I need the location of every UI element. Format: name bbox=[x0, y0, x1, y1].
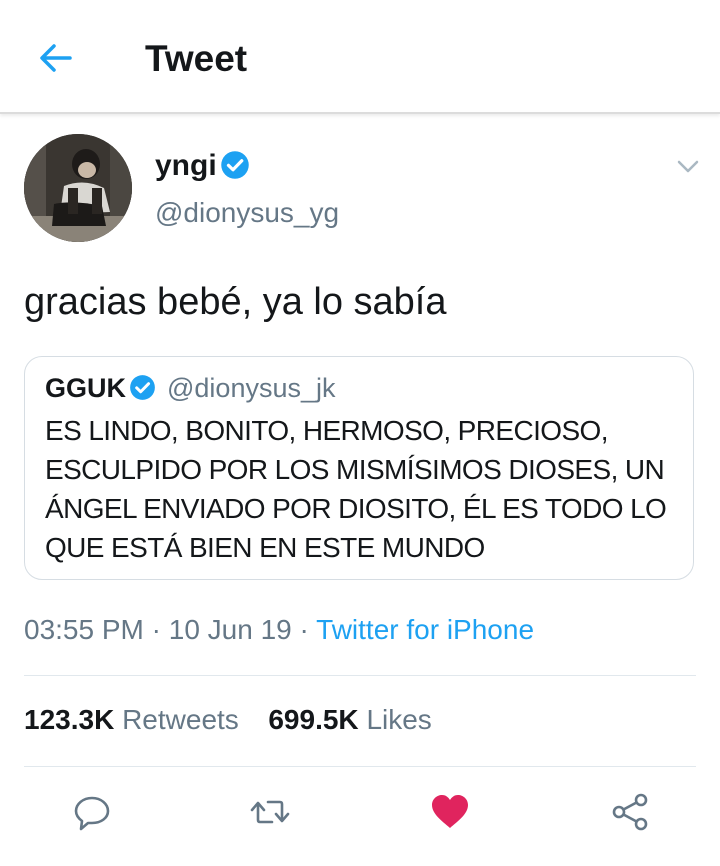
chevron-down-icon[interactable] bbox=[674, 152, 702, 180]
quoted-handle: @dionysus_jk bbox=[167, 373, 336, 403]
tweet-text: gracias bebé, ya lo sabía bbox=[24, 281, 447, 323]
back-arrow-icon[interactable] bbox=[36, 38, 76, 78]
quoted-text: ES LINDO, BONITO, HERMOSO, PRECIOSO, ESC… bbox=[45, 415, 667, 563]
likes-label[interactable]: Likes bbox=[366, 704, 431, 735]
avatar[interactable] bbox=[24, 134, 132, 242]
retweets-label[interactable]: Retweets bbox=[122, 704, 239, 735]
meta-separator: · bbox=[151, 614, 161, 645]
retweets-count[interactable]: 123.3K bbox=[24, 704, 114, 735]
retweet-icon[interactable] bbox=[248, 790, 292, 834]
tweet-date: 10 Jun 19 bbox=[168, 614, 292, 645]
author-display-name[interactable]: yngi bbox=[155, 148, 217, 184]
engagement-stats: 123.3K Retweets 699.5K Likes bbox=[24, 702, 432, 738]
tweet-source-link[interactable]: Twitter for iPhone bbox=[316, 614, 534, 645]
tweet-metadata: 03:55 PM · 10 Jun 19 · Twitter for iPhon… bbox=[24, 612, 534, 648]
heart-icon[interactable] bbox=[428, 790, 472, 834]
verified-badge-icon bbox=[130, 375, 155, 400]
share-icon[interactable] bbox=[608, 790, 652, 834]
quoted-tweet[interactable]: GGUK @dionysus_jk ES LINDO, BONITO, HERM… bbox=[24, 356, 694, 580]
reply-icon[interactable] bbox=[70, 790, 114, 834]
likes-count[interactable]: 699.5K bbox=[268, 704, 358, 735]
meta-separator: · bbox=[299, 614, 309, 645]
page-title: Tweet bbox=[145, 38, 248, 79]
quoted-display-name: GGUK bbox=[45, 373, 126, 403]
avatar-photo bbox=[24, 134, 132, 242]
verified-badge-icon bbox=[221, 151, 249, 179]
author-handle[interactable]: @dionysus_yg bbox=[155, 196, 339, 230]
tweet-time: 03:55 PM bbox=[24, 614, 144, 645]
top-bar: Tweet bbox=[0, 0, 720, 114]
divider bbox=[24, 675, 696, 676]
divider bbox=[24, 766, 696, 767]
